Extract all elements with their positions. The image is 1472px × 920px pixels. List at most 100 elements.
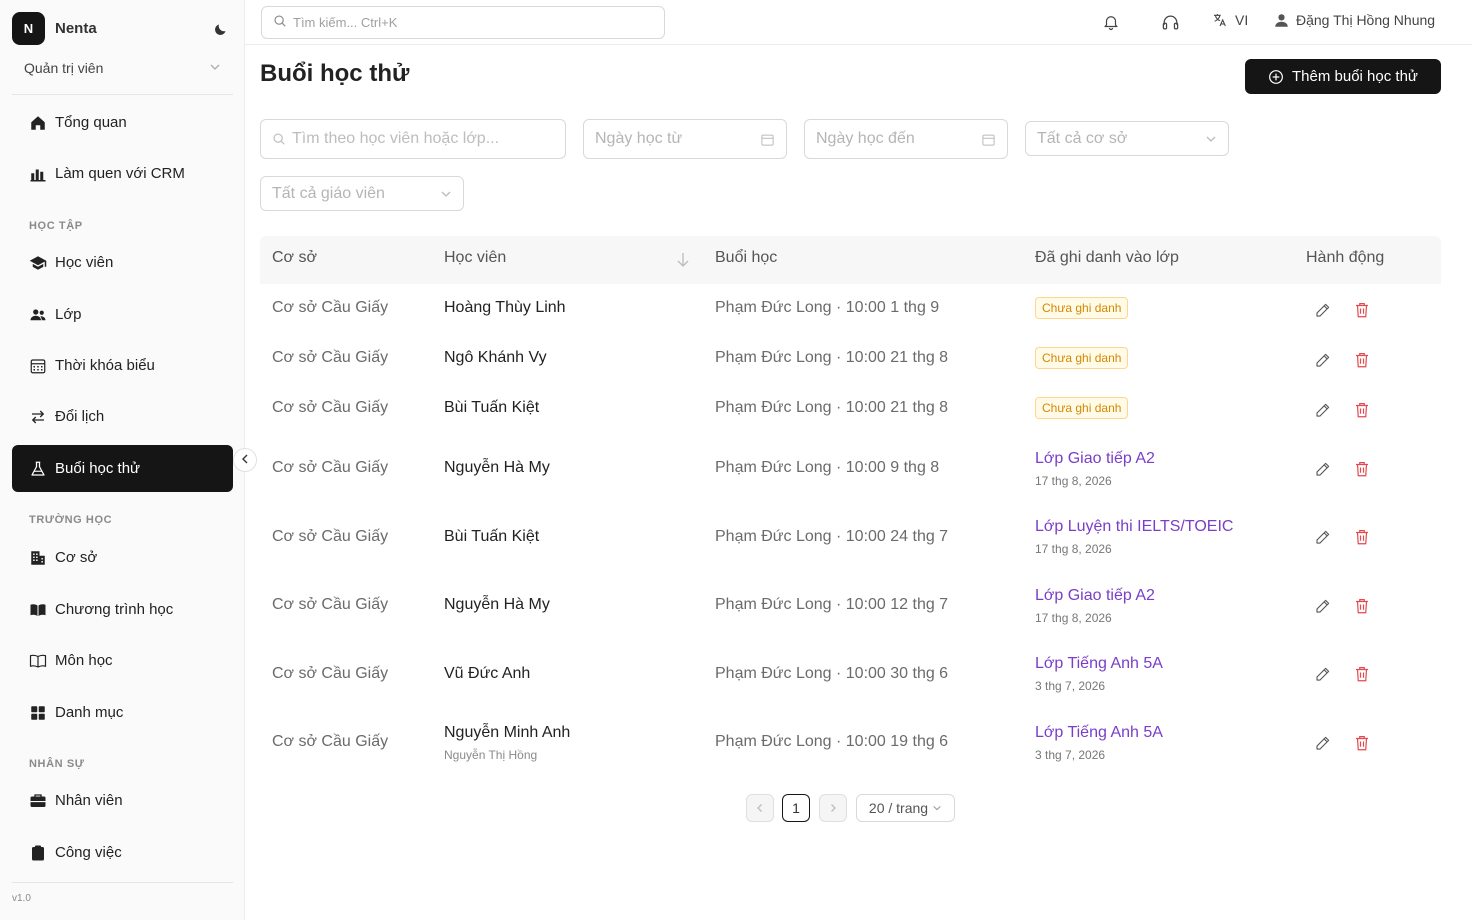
sidebar-item-label: Buổi học thử <box>55 460 141 477</box>
add-trial-session-button[interactable]: Thêm buổi học thử <box>1245 59 1441 94</box>
calendar-icon <box>981 132 996 147</box>
user-menu[interactable]: Đặng Thị Hồng Nhung <box>1274 12 1435 28</box>
delete-trash-icon[interactable] <box>1353 460 1371 478</box>
sidebar-collapse-button[interactable] <box>233 448 257 472</box>
cell-student: Nguyễn Hà My <box>444 459 550 476</box>
table-row: Cơ sở Cầu Giấy Nguyễn Hà My Phạm Đức Lon… <box>260 571 1441 639</box>
enrolled-class-link[interactable]: Lớp Tiếng Anh 5A <box>1035 724 1163 742</box>
sidebar-item-campus[interactable]: Cơ sở <box>12 534 233 581</box>
delete-trash-icon[interactable] <box>1353 734 1371 752</box>
sidebar-item-categories[interactable]: Danh mục <box>12 689 233 736</box>
edit-pencil-icon[interactable] <box>1314 460 1332 478</box>
sidebar-item-label: Công việc <box>55 844 122 861</box>
pagination-page-button[interactable]: 1 <box>782 794 810 822</box>
cell-session: Phạm Đức Long · 10:00 19 thg 6 <box>715 733 949 750</box>
language-switcher[interactable]: VI <box>1212 12 1248 28</box>
delete-trash-icon[interactable] <box>1353 401 1371 419</box>
add-trial-session-label: Thêm buổi học thử <box>1292 68 1418 85</box>
search-icon <box>273 14 287 31</box>
notifications-bell-icon[interactable] <box>1101 12 1121 32</box>
sidebar-item-crm-intro[interactable]: Làm quen với CRM <box>12 150 233 197</box>
calendar-icon <box>28 356 48 376</box>
chevron-down-icon <box>932 803 942 813</box>
delete-trash-icon[interactable] <box>1353 665 1371 683</box>
edit-pencil-icon[interactable] <box>1314 528 1332 546</box>
brand[interactable]: N Nenta <box>12 12 97 45</box>
open-book-icon <box>28 651 48 671</box>
sidebar-divider <box>12 882 233 883</box>
table-header: Cơ sở Học viên Buổi học Đã ghi danh vào … <box>260 236 1441 284</box>
sidebar-item-label: Nhân viên <box>55 792 123 809</box>
users-icon <box>28 305 48 325</box>
delete-trash-icon[interactable] <box>1353 301 1371 319</box>
global-search-input[interactable] <box>293 15 653 30</box>
filter-date-from-placeholder: Ngày học từ <box>595 130 683 147</box>
enrolled-class-link[interactable]: Lớp Giao tiếp A2 <box>1035 450 1155 468</box>
table-row: Cơ sở Cầu Giấy Vũ Đức Anh Phạm Đức Long … <box>260 639 1441 708</box>
sidebar-item-label: Môn học <box>55 652 113 669</box>
sidebar-item-tasks[interactable]: Công việc <box>12 829 233 876</box>
sidebar-item-overview[interactable]: Tổng quan <box>12 99 233 146</box>
filter-search[interactable] <box>260 119 566 159</box>
brand-logo: N <box>12 12 45 45</box>
cell-campus: Cơ sở Cầu Giấy <box>272 733 389 750</box>
enrolled-class-link[interactable]: Lớp Tiếng Anh 5A <box>1035 655 1163 673</box>
status-badge-not-enrolled: Chưa ghi danh <box>1035 397 1129 419</box>
briefcase-icon <box>28 791 48 811</box>
edit-pencil-icon[interactable] <box>1314 351 1332 369</box>
chevron-left-icon <box>240 451 250 469</box>
graduation-cap-icon <box>28 253 48 273</box>
global-search[interactable] <box>261 6 665 39</box>
filter-search-input[interactable] <box>292 130 554 148</box>
filter-date-from[interactable]: Ngày học từ <box>583 119 787 159</box>
sidebar-item-label: Lớp <box>55 306 82 323</box>
grid-icon <box>28 703 48 723</box>
pagination-prev-button[interactable] <box>746 794 774 822</box>
table-row: Cơ sở Cầu Giấy Bùi Tuấn Kiệt Phạm Đức Lo… <box>260 384 1441 434</box>
sidebar-item-label: Tổng quan <box>55 114 127 131</box>
enrolled-class-link[interactable]: Lớp Giao tiếp A2 <box>1035 587 1155 605</box>
enrolled-class-date: 17 thg 8, 2026 <box>1035 611 1112 625</box>
sidebar-item-label: Làm quen với CRM <box>55 165 185 182</box>
cell-student-guardian: Nguyễn Thị Hồng <box>444 748 538 762</box>
support-headphones-icon[interactable] <box>1160 12 1180 32</box>
sidebar-item-reschedule[interactable]: Đổi lịch <box>12 393 233 440</box>
enrolled-class-link[interactable]: Lớp Luyện thi IELTS/TOEIC <box>1035 518 1233 536</box>
sidebar-item-timetable[interactable]: Thời khóa biểu <box>12 342 233 389</box>
sidebar-item-curriculum[interactable]: Chương trình học <box>12 586 233 633</box>
edit-pencil-icon[interactable] <box>1314 665 1332 683</box>
filter-teacher-select[interactable]: Tất cả giáo viên <box>260 176 464 211</box>
delete-trash-icon[interactable] <box>1353 528 1371 546</box>
edit-pencil-icon[interactable] <box>1314 401 1332 419</box>
swap-icon <box>28 407 48 427</box>
filter-date-to[interactable]: Ngày học đến <box>804 119 1008 159</box>
chevron-right-icon <box>828 800 838 816</box>
column-header-enrolled-class: Đã ghi danh vào lớp <box>1035 249 1179 266</box>
column-header-student[interactable]: Học viên <box>444 249 506 267</box>
role-select[interactable]: Quản trị viên <box>12 53 233 83</box>
sidebar-item-students[interactable]: Học viên <box>12 239 233 286</box>
theme-toggle-moon-icon[interactable] <box>210 19 230 39</box>
delete-trash-icon[interactable] <box>1353 351 1371 369</box>
sort-arrow-down-icon[interactable] <box>676 252 690 273</box>
cell-student: Nguyễn Minh Anh <box>444 724 571 741</box>
page-size-select[interactable]: 20 / trang <box>856 794 955 822</box>
pagination-next-button[interactable] <box>819 794 847 822</box>
edit-pencil-icon[interactable] <box>1314 734 1332 752</box>
filter-campus-select[interactable]: Tất cả cơ sở <box>1025 121 1229 156</box>
table-row: Cơ sở Cầu Giấy Bùi Tuấn Kiệt Phạm Đức Lo… <box>260 502 1441 571</box>
sidebar-item-staff[interactable]: Nhân viên <box>12 777 233 824</box>
edit-pencil-icon[interactable] <box>1314 301 1332 319</box>
sidebar-item-label: Danh mục <box>55 704 124 721</box>
column-header-actions: Hành động <box>1306 249 1385 266</box>
enrolled-class-date: 3 thg 7, 2026 <box>1035 748 1106 762</box>
sidebar-item-subjects[interactable]: Môn học <box>12 637 233 684</box>
cell-campus: Cơ sở Cầu Giấy <box>272 299 389 316</box>
flask-icon <box>28 459 48 479</box>
delete-trash-icon[interactable] <box>1353 597 1371 615</box>
chevron-down-icon <box>209 60 221 76</box>
sidebar-item-classes[interactable]: Lớp <box>12 291 233 338</box>
edit-pencil-icon[interactable] <box>1314 597 1332 615</box>
role-select-value: Quản trị viên <box>24 60 104 76</box>
sidebar-item-trial-sessions[interactable]: Buổi học thử <box>12 445 233 492</box>
